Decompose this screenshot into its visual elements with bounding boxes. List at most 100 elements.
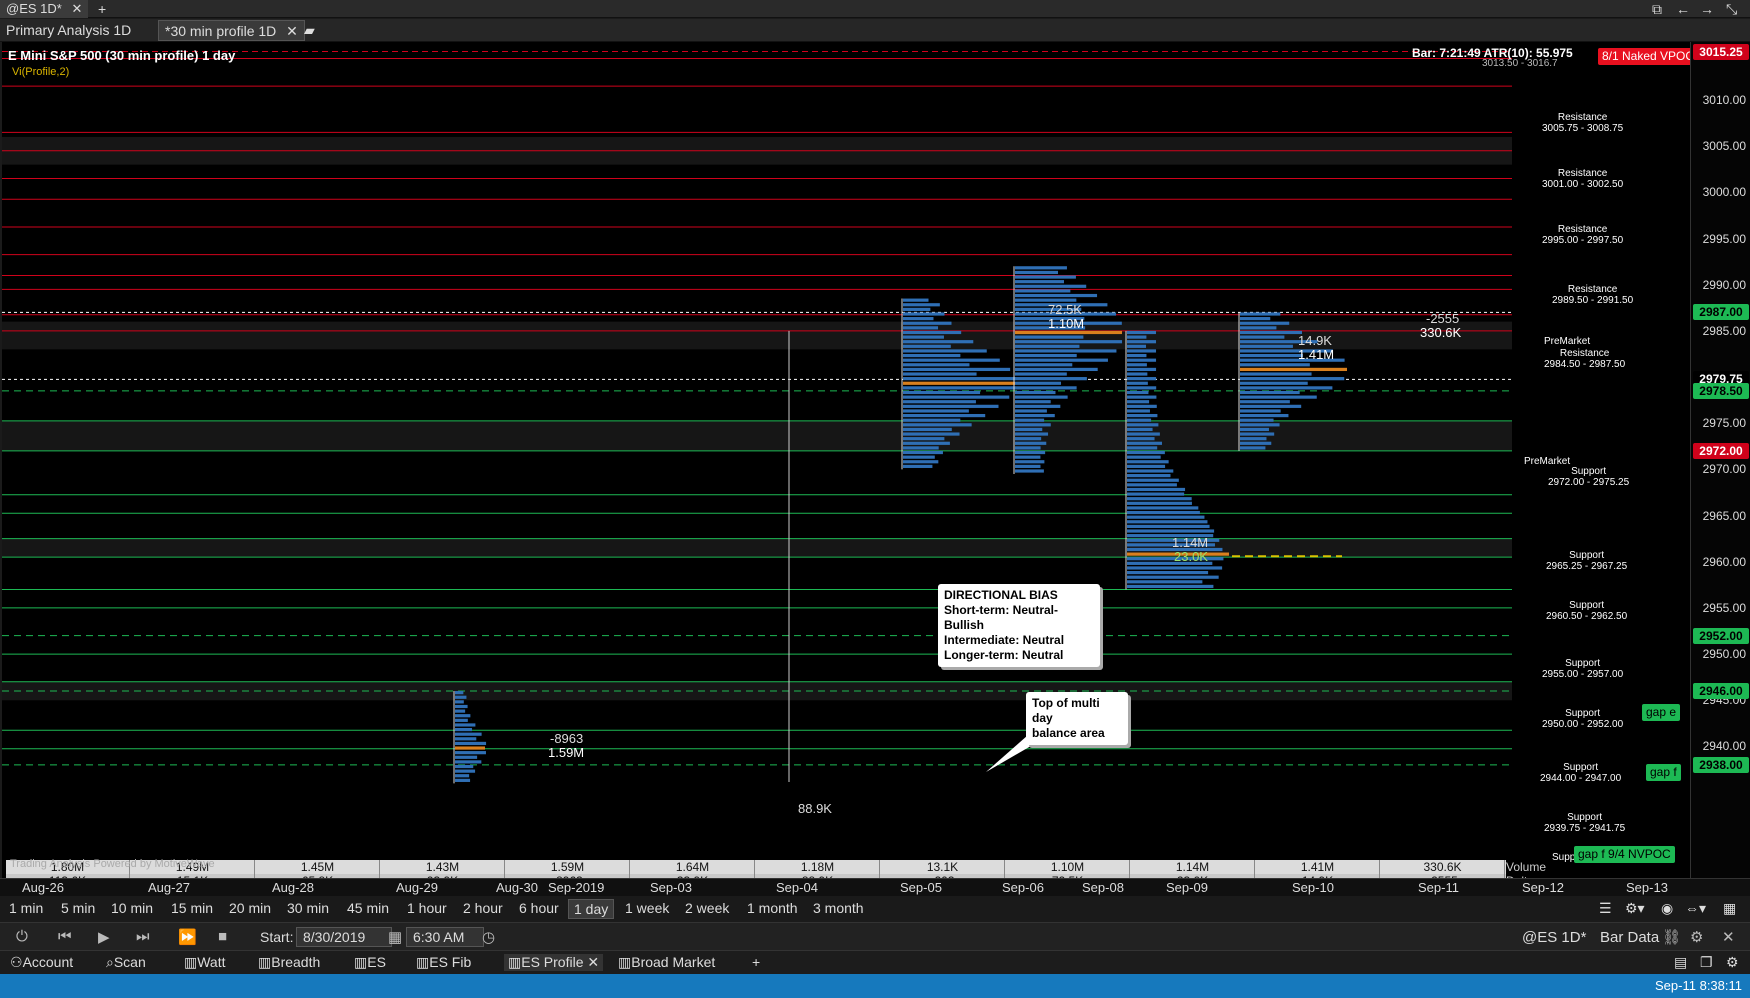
copy-icon[interactable]: ❐ bbox=[1696, 954, 1717, 971]
period-button[interactable]: 5 min bbox=[56, 899, 100, 917]
profile-bar bbox=[1127, 492, 1185, 496]
profile-bar bbox=[1015, 432, 1049, 436]
close-icon[interactable]: ✕ bbox=[286, 23, 298, 39]
gear-icon[interactable]: ⚙ bbox=[1722, 954, 1743, 971]
add-workspace-icon[interactable]: + bbox=[748, 954, 764, 970]
folder-icon[interactable]: ▰ bbox=[304, 21, 315, 39]
play-icon[interactable]: ▶ bbox=[98, 928, 110, 946]
tab-primary-analysis[interactable]: Primary Analysis 1D bbox=[0, 20, 137, 41]
profile-bar bbox=[1015, 427, 1043, 432]
profile-bar bbox=[903, 353, 961, 358]
window-tab-es[interactable]: @ES 1D* ✕ bbox=[0, 0, 89, 18]
zoom-dropdown-icon[interactable]: ⇔▾ bbox=[1680, 899, 1711, 918]
period-button[interactable]: 45 min bbox=[342, 899, 394, 917]
list-icon[interactable]: ☰ bbox=[1594, 899, 1617, 918]
skip-back-icon[interactable]: ⏮ bbox=[58, 928, 72, 945]
profile-bar bbox=[1127, 390, 1149, 395]
popout-icon[interactable]: ⧉ bbox=[1652, 0, 1662, 18]
period-button[interactable]: 1 day bbox=[568, 899, 615, 919]
level-label: Support 2944.00 - 2947.00 bbox=[1540, 762, 1621, 784]
time-label: Sep-03 bbox=[650, 880, 692, 895]
start-time-field[interactable]: 6:30 AM bbox=[406, 927, 484, 947]
period-button[interactable]: 10 min bbox=[106, 899, 158, 917]
table-cell: 1.45M bbox=[256, 860, 380, 874]
profile-bar bbox=[1127, 400, 1150, 404]
forward-arrow-icon[interactable]: → bbox=[1700, 0, 1714, 18]
workspace-tab[interactable]: ▥ ES Fib bbox=[412, 954, 475, 971]
workspace-tab[interactable]: ▥ Watt bbox=[180, 954, 230, 971]
workspace-tab[interactable]: ▥ ES Profile ✕ bbox=[504, 954, 604, 971]
tab-30min-profile[interactable]: *30 min profile 1D ✕ bbox=[158, 20, 305, 41]
workspace-tab[interactable]: ▥ Breadth bbox=[254, 954, 324, 971]
period-button[interactable]: 1 hour bbox=[402, 899, 452, 917]
profile-bar bbox=[455, 691, 464, 695]
price-tick: 2960.00 bbox=[1702, 554, 1746, 569]
time-axis[interactable]: Aug-26 Aug-27 Aug-28 Aug-29 Aug-30 Sep-2019 Se… bbox=[0, 878, 1750, 896]
balance-area-callout[interactable]: Top of multi day balance area bbox=[1026, 692, 1128, 745]
profile-bar bbox=[455, 709, 466, 713]
price-tick: 2970.00 bbox=[1702, 462, 1746, 477]
period-button[interactable]: 2 hour bbox=[458, 899, 508, 917]
workspace-tab[interactable]: ⌕ Scan bbox=[102, 954, 150, 971]
profile-label-bottom: 330.6K bbox=[1420, 325, 1462, 340]
back-arrow-icon[interactable]: ← bbox=[1676, 0, 1690, 18]
step-forward-icon[interactable]: ⏭ bbox=[136, 928, 150, 945]
level-label: Resistance 2989.50 - 2991.50 bbox=[1552, 284, 1633, 306]
period-button[interactable]: 2 week bbox=[680, 899, 734, 917]
level-label: Support 2965.25 - 2967.25 bbox=[1546, 550, 1627, 572]
period-button[interactable]: 1 week bbox=[620, 899, 674, 917]
profile-bar bbox=[903, 312, 945, 316]
fast-forward-icon[interactable]: ⏩ bbox=[178, 928, 197, 946]
calendar-icon[interactable]: ▦ bbox=[388, 928, 402, 946]
close-icon[interactable]: ✕ bbox=[71, 1, 82, 16]
bias-short: Short-term: Neutral-Bullish bbox=[944, 603, 1059, 632]
calendar-icon[interactable]: ▦ bbox=[1718, 899, 1741, 918]
link-icon[interactable]: ⛓ bbox=[1662, 928, 1681, 946]
eye-icon[interactable]: ◉ bbox=[1656, 899, 1678, 918]
workspace-tab[interactable]: ▥ Broad Market bbox=[614, 954, 719, 971]
profile-bar bbox=[903, 367, 1011, 372]
price-marker: 2946.00 bbox=[1693, 683, 1749, 700]
period-button[interactable]: 1 min bbox=[4, 899, 48, 917]
period-button[interactable]: 1 month bbox=[742, 899, 803, 917]
close-icon[interactable]: ✕ bbox=[1722, 928, 1735, 946]
profile-bar bbox=[1240, 441, 1272, 445]
profile-bar bbox=[455, 695, 467, 699]
stop-icon[interactable]: ■ bbox=[218, 928, 227, 945]
add-tab-icon[interactable]: + bbox=[98, 0, 106, 18]
period-bar: ☰ ⚙▾ ◉ ⇔▾ ▦ 1 min 5 min 10 min 15 min 20 min… bbox=[0, 896, 1750, 920]
layout-icon[interactable]: ▤ bbox=[1670, 954, 1691, 971]
time-label: Aug-27 bbox=[148, 880, 190, 895]
minimize-icon[interactable]: ⤡ bbox=[1726, 0, 1737, 18]
price-axis[interactable]: 3010.00 3005.00 3000.00 2995.00 2990.00 2985.… bbox=[1690, 42, 1750, 878]
period-button[interactable]: 20 min bbox=[224, 899, 276, 917]
bar-data-label[interactable]: Bar Data bbox=[1600, 929, 1659, 946]
period-button[interactable]: 3 month bbox=[808, 899, 869, 917]
profile-bar bbox=[1015, 353, 1077, 358]
workspace-tab[interactable]: ⚇ Account bbox=[6, 954, 77, 971]
profile-bar bbox=[903, 386, 1016, 390]
chart-icon: ▥ bbox=[508, 954, 522, 970]
period-button[interactable]: 30 min bbox=[282, 899, 334, 917]
profile-bar bbox=[1127, 349, 1157, 353]
profile-bar bbox=[903, 321, 952, 325]
level-band bbox=[2, 538, 1512, 558]
profile-bar bbox=[1127, 363, 1147, 367]
directional-bias-callout[interactable]: DIRECTIONAL BIAS Short-term: Neutral-Bul… bbox=[938, 584, 1100, 667]
profile-bar bbox=[903, 326, 939, 330]
power-icon[interactable]: ⏻ bbox=[16, 928, 28, 945]
chart-svg bbox=[2, 51, 1512, 784]
clock-icon[interactable]: ◷ bbox=[482, 928, 495, 946]
profile-bar bbox=[1015, 335, 1084, 339]
start-date-field[interactable]: 8/30/2019 bbox=[296, 927, 392, 947]
settings-dropdown-icon[interactable]: ⚙▾ bbox=[1620, 899, 1650, 918]
gear-icon[interactable]: ⚙ bbox=[1690, 928, 1703, 946]
workspace-tab[interactable]: ▥ ES bbox=[350, 954, 390, 971]
symbol-label[interactable]: @ES 1D* bbox=[1522, 929, 1586, 946]
period-button[interactable]: 15 min bbox=[166, 899, 218, 917]
price-tick: 2950.00 bbox=[1702, 647, 1746, 662]
price-marker: 2972.00 bbox=[1693, 442, 1749, 459]
period-button[interactable]: 6 hour bbox=[514, 899, 564, 917]
close-icon[interactable]: ✕ bbox=[583, 954, 599, 970]
chart-canvas[interactable]: E Mini S&P 500 (30 min profile) 1 day Vi… bbox=[2, 42, 1699, 916]
